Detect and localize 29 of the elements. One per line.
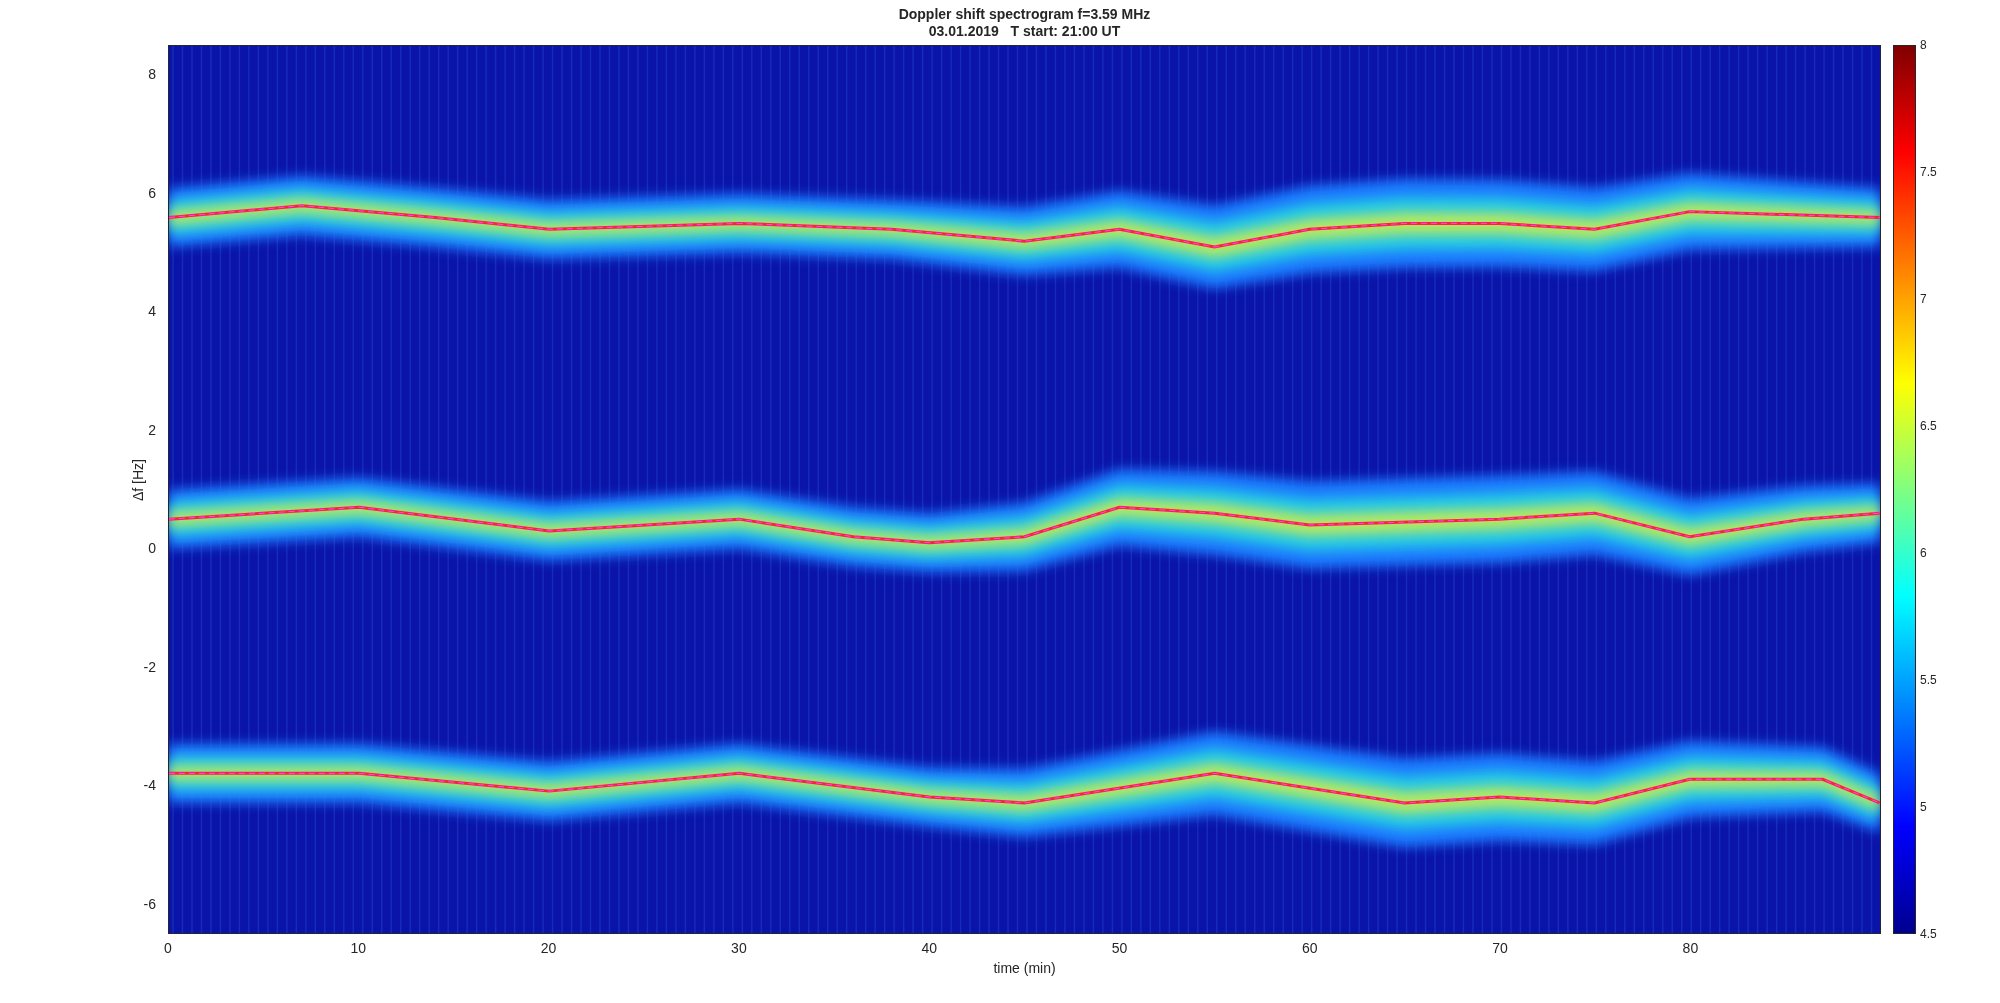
y-tick-label: 2 xyxy=(148,421,156,438)
x-tick-label: 50 xyxy=(1111,940,1128,956)
x-tick-label: 20 xyxy=(540,940,557,956)
colorbar-tick-label: 6.5 xyxy=(1920,419,1937,433)
x-tick-label: 40 xyxy=(921,940,937,956)
x-tick-label: 60 xyxy=(1302,940,1318,956)
x-axis-label: time (min) xyxy=(993,960,1056,976)
y-axis-label: Δf [Hz] xyxy=(130,459,146,501)
x-tick-label: 80 xyxy=(1682,940,1699,956)
y-tick-label: 0 xyxy=(148,540,156,557)
colorbar-tick-label: 4.5 xyxy=(1920,927,1937,941)
y-tick-label: -4 xyxy=(143,777,156,794)
x-tick-label: 70 xyxy=(1492,940,1508,956)
colorbar-tick-label: 8 xyxy=(1920,38,1927,52)
y-tick-label: -6 xyxy=(143,895,156,912)
colorbar-tick-label: 7.5 xyxy=(1920,165,1937,179)
y-tick-label: 4 xyxy=(148,303,156,320)
colorbar-tick-label: 5 xyxy=(1920,800,1927,814)
y-tick-label: 8 xyxy=(148,66,156,82)
chart-subtitle: 03.01.2019 T start: 21:00 UT xyxy=(928,22,1121,40)
x-tick-label: 10 xyxy=(350,940,367,956)
colorbar-tick-label: 6 xyxy=(1920,546,1927,560)
colorbar-tick-label: 7 xyxy=(1920,292,1927,306)
x-tick-label: 0 xyxy=(164,940,172,956)
colorbar-tick-label: 5.5 xyxy=(1920,673,1937,687)
x-tick-label: 30 xyxy=(731,940,747,956)
chart-title: Doppler shift spectrogram f=3.59 MHz xyxy=(898,5,1151,23)
y-tick-label: -2 xyxy=(143,658,156,675)
y-tick-label: 6 xyxy=(148,184,156,201)
